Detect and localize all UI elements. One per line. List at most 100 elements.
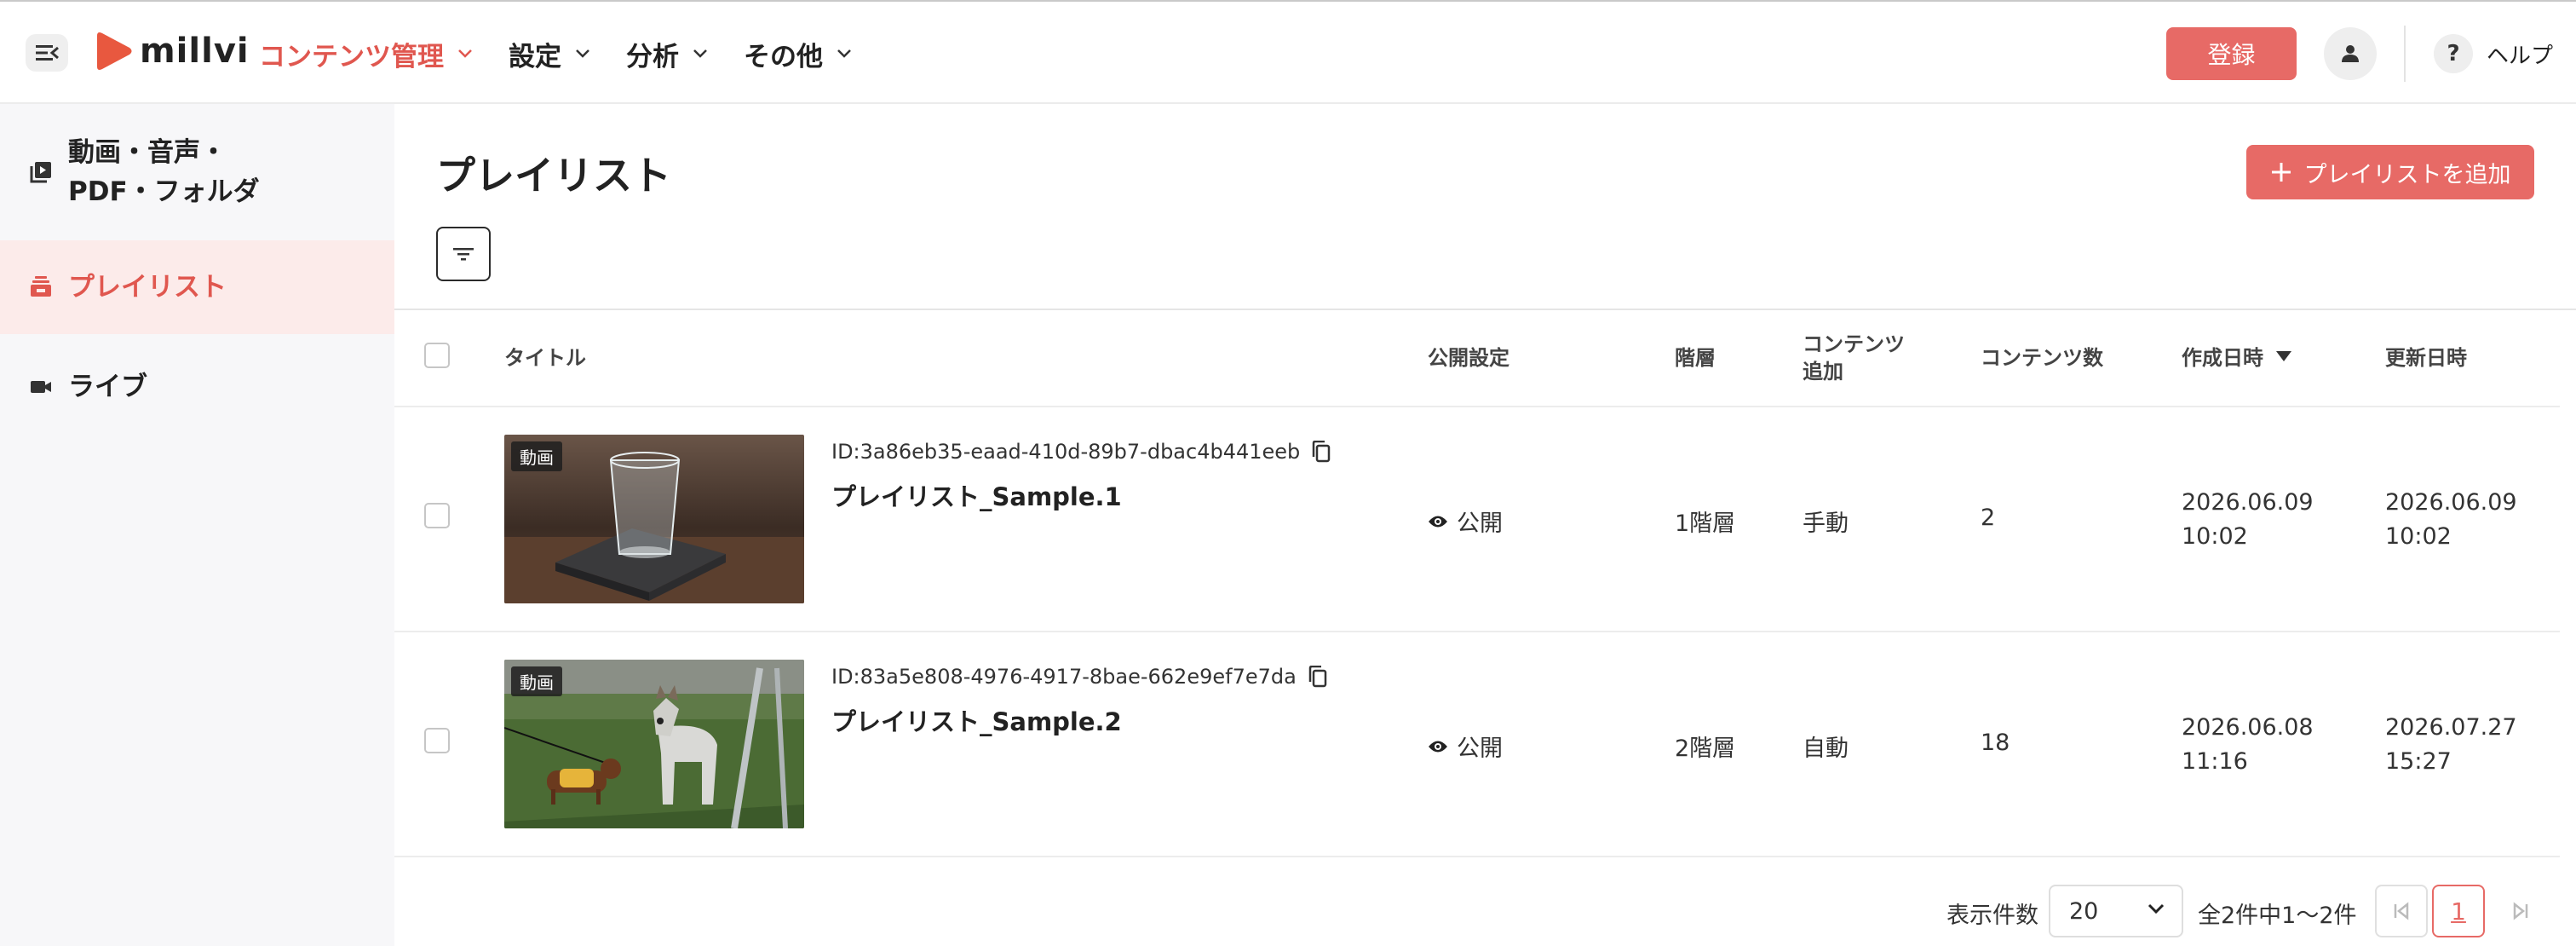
created-date: 2026.06.08 [2182,714,2314,741]
created-time: 11:16 [2182,748,2248,775]
page-button-current[interactable]: 1 [2432,885,2485,937]
column-header-level[interactable]: 階層 [1675,341,1716,371]
first-page-icon [2394,902,2409,920]
add-playlist-label: プレイリストを追加 [2303,161,2511,188]
add-playlist-button[interactable]: プレイリストを追加 [2246,145,2534,199]
column-header-title[interactable]: タイトル [504,341,586,371]
menu-collapse-icon [36,45,59,61]
eye-icon [1429,516,1447,527]
created-cell: 2026.06.08 11:16 [2182,711,2314,779]
playlist-title-link[interactable]: プレイリスト_Sample.1 [831,477,1122,513]
updated-time: 15:27 [2385,748,2452,775]
sidebar-item-label: ライブ [68,372,147,402]
page-title: プレイリスト [436,153,671,199]
row-checkbox[interactable] [424,503,450,528]
eye-icon [1429,741,1447,752]
sidebar-item-live[interactable]: ライブ [0,353,394,421]
nav-other[interactable]: その他 [744,35,852,73]
nav-label: 設定 [509,41,561,72]
row-divider [394,406,2560,407]
nav-settings[interactable]: 設定 [509,35,590,73]
media-type-badge: 動画 [511,666,562,696]
logo[interactable]: millvi [94,31,250,72]
plus-icon [2271,163,2291,182]
content-add-cell: 自動 [1803,735,1849,762]
chevron-down-icon [458,49,472,58]
visibility-label: 公開 [1457,510,1503,537]
thumbnail-image[interactable]: 動画 [504,660,804,828]
header-divider [2404,26,2406,82]
content-add-cell: 手動 [1803,510,1849,537]
per-page-value: 20 [2069,897,2099,925]
row-divider [394,631,2560,632]
logo-text: millvi [140,32,250,71]
row-checkbox[interactable] [424,728,450,753]
column-header-content-count[interactable]: コンテンツ数 [1981,341,2103,371]
last-page-button[interactable] [2494,885,2547,937]
column-header-updated[interactable]: 更新日時 [2385,341,2467,371]
sidebar-item-label: プレイリスト [68,272,227,303]
per-page-label: 表示件数 [1946,903,2038,929]
chevron-down-icon [576,49,589,58]
nav-analytics[interactable]: 分析 [626,35,708,73]
nav-label: 分析 [626,41,679,72]
help-link[interactable]: ? ヘルプ [2434,34,2553,73]
column-header-content-add[interactable]: コンテンツ 追加 [1803,331,1905,385]
menu-toggle-button[interactable] [26,34,68,72]
main-nav: コンテンツ管理 設定 分析 その他 [259,32,888,75]
updated-time: 10:02 [2385,523,2452,550]
per-page-select[interactable]: 20 [2049,885,2183,937]
visibility-status: 公開 [1428,730,1503,763]
row-divider [394,856,2560,857]
user-avatar-button[interactable] [2324,27,2377,80]
level-cell: 2階層 [1675,735,1736,762]
playlist-id-text: ID:3a86eb35-eaad-410d-89b7-dbac4b441eeb [831,440,1301,464]
column-header-visibility[interactable]: 公開設定 [1428,341,1509,371]
visibility-label: 公開 [1457,735,1503,762]
playlist-title-link[interactable]: プレイリスト_Sample.2 [831,702,1122,738]
nav-label: コンテンツ管理 [259,41,444,72]
created-date: 2026.06.09 [2182,489,2314,516]
filter-button[interactable] [436,227,491,281]
table-top-border [394,309,2576,310]
sidebar: 動画・音声・ PDF・フォルダ プレイリスト ライブ [0,104,394,946]
column-header-created[interactable]: 作成日時 [2182,341,2292,371]
nav-content-management[interactable]: コンテンツ管理 [259,35,473,73]
copy-icon[interactable] [1308,666,1327,688]
sidebar-item-label: 動画・音声・ [68,137,227,168]
content-count-cell: 18 [1981,730,2010,756]
chevron-down-icon [693,49,707,58]
chevron-down-icon [837,49,851,58]
column-header-label: コンテンツ [1803,332,1905,356]
visibility-status: 公開 [1428,505,1503,538]
media-type-badge: 動画 [511,441,562,471]
video-library-icon [30,162,51,183]
page-number: 1 [2451,897,2466,926]
filter-icon [453,248,474,261]
live-camera-icon [31,381,51,393]
first-page-button[interactable] [2375,885,2428,937]
pagination-info: 全2件中1〜2件 [2198,903,2357,929]
user-icon [2342,45,2359,62]
sidebar-item-label: PDF・フォルダ [68,176,260,207]
sidebar-item-media[interactable]: 動画・音声・ PDF・フォルダ [0,133,394,218]
register-button[interactable]: 登録 [2166,27,2297,80]
sort-descending-icon [2276,350,2291,361]
nav-label: その他 [744,41,823,72]
sidebar-item-playlist[interactable]: プレイリスト [0,240,394,334]
created-cell: 2026.06.09 10:02 [2182,486,2314,554]
playlist-id: ID:83a5e808-4976-4917-8bae-662e9ef7e7da [831,665,1327,689]
help-icon: ? [2434,34,2473,73]
playlist-id: ID:3a86eb35-eaad-410d-89b7-dbac4b441eeb [831,440,1331,464]
select-all-checkbox[interactable] [424,343,450,368]
last-page-icon [2513,902,2528,920]
playlist-icon [31,276,51,297]
thumbnail-image[interactable]: 動画 [504,435,804,603]
updated-cell: 2026.07.27 15:27 [2385,711,2517,779]
logo-mark-icon [97,32,132,70]
updated-date: 2026.06.09 [2385,489,2517,516]
updated-cell: 2026.06.09 10:02 [2385,486,2517,554]
updated-date: 2026.07.27 [2385,714,2517,741]
top-header: millvi コンテンツ管理 設定 分析 その他 登録 ? ヘルプ [0,0,2576,104]
copy-icon[interactable] [1312,441,1331,463]
